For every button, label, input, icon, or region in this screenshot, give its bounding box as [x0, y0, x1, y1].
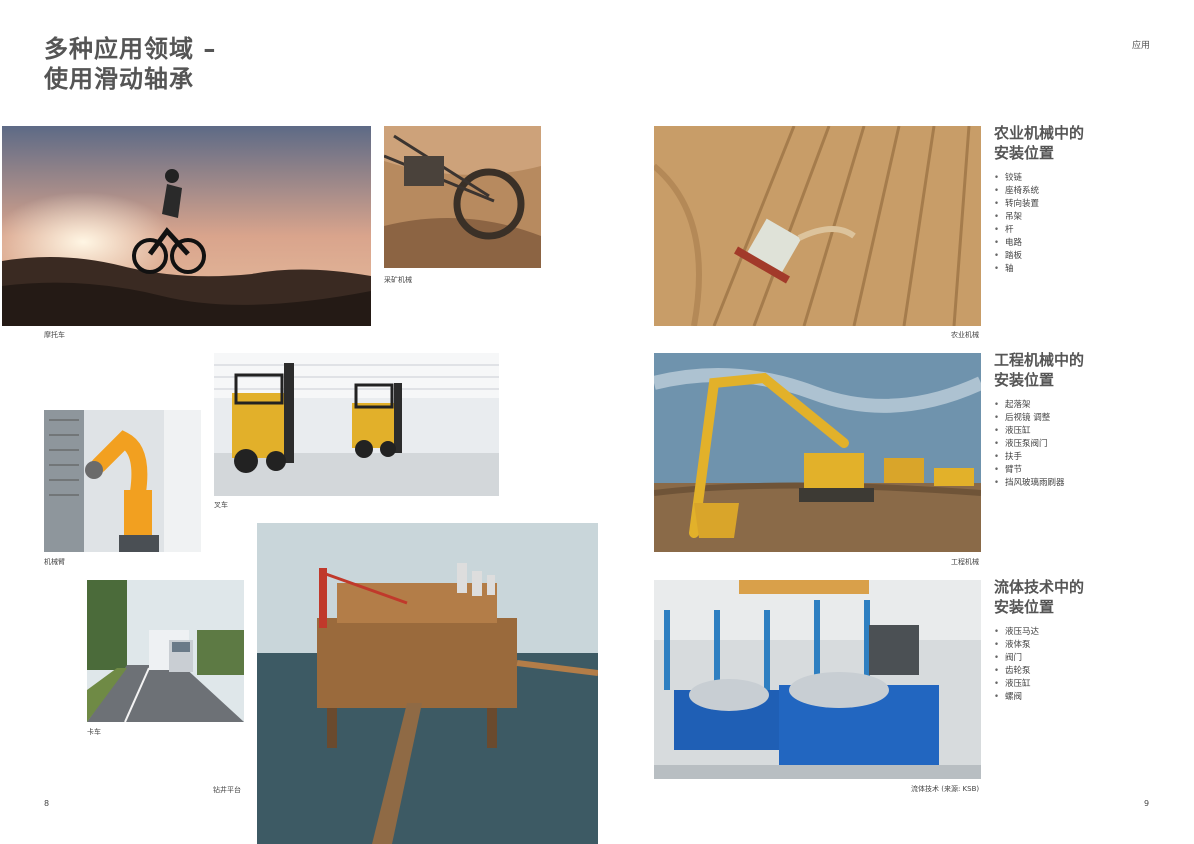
list-item: 吊架: [994, 211, 1174, 224]
brochure-spread: { "title": {"line1": "多种应用领域 –", "line2"…: [0, 0, 1194, 844]
caption-forklift: 叉车: [214, 501, 228, 509]
construction-panel: 工程机械中的 安装位置 起落架 后视镜 调整 液压缸 液压泵阀门 扶手 臂节 挡…: [994, 350, 1174, 490]
agriculture-title-line-2: 安装位置: [994, 144, 1055, 162]
mining-machine-photo: [384, 126, 541, 268]
page-number-right: 9: [1144, 799, 1150, 808]
construction-title-line-2: 安装位置: [994, 371, 1055, 389]
page-number-left: 8: [44, 799, 50, 808]
list-item: 后视镜 调整: [994, 412, 1174, 425]
caption-fluid-technology: 流体技术 (来源: KSB): [911, 785, 980, 793]
construction-title-line-1: 工程机械中的: [994, 351, 1085, 369]
list-item: 踏板: [994, 250, 1174, 263]
list-item: 液压泵阀门: [994, 438, 1174, 451]
list-item: 铰链: [994, 172, 1174, 185]
fluid-panel-title: 流体技术中的 安装位置: [994, 577, 1174, 617]
fluid-technology-photo: [654, 580, 981, 779]
oil-rig-photo: [257, 523, 598, 844]
caption-mining: 采矿机械: [384, 276, 412, 284]
section-label: 应用: [1131, 41, 1150, 51]
list-item: 液压缸: [994, 678, 1174, 691]
caption-agriculture: 农业机械: [951, 331, 979, 339]
list-item: 螺阀: [994, 691, 1174, 704]
construction-panel-title: 工程机械中的 安装位置: [994, 350, 1174, 390]
agriculture-panel-title: 农业机械中的 安装位置: [994, 123, 1174, 163]
agriculture-list: 铰链 座椅系统 转向装置 吊架 杆 电路 踏板 轴: [994, 172, 1174, 276]
motorcycle-photo: [2, 126, 371, 326]
agriculture-photo: [654, 126, 981, 326]
fluid-list: 液压马达 液体泵 阀门 齿轮泵 液压缸 螺阀: [994, 626, 1174, 704]
list-item: 挡风玻璃雨刷器: [994, 477, 1174, 490]
title-line-1: 多种应用领域 –: [44, 35, 217, 63]
list-item: 液压缸: [994, 425, 1174, 438]
list-item: 液压马达: [994, 626, 1174, 639]
caption-robot-arm: 机械臂: [44, 558, 65, 566]
list-item: 液体泵: [994, 639, 1174, 652]
list-item: 起落架: [994, 399, 1174, 412]
list-item: 转向装置: [994, 198, 1174, 211]
list-item: 扶手: [994, 451, 1174, 464]
list-item: 轴: [994, 263, 1174, 276]
caption-motorcycle: 摩托车: [44, 331, 65, 339]
construction-photo: [654, 353, 981, 552]
agriculture-panel: 农业机械中的 安装位置 铰链 座椅系统 转向装置 吊架 杆 电路 踏板 轴: [994, 123, 1174, 276]
list-item: 杆: [994, 224, 1174, 237]
truck-photo: [87, 580, 244, 722]
list-item: 电路: [994, 237, 1174, 250]
list-item: 臂节: [994, 464, 1174, 477]
caption-truck: 卡车: [87, 728, 101, 736]
fluid-title-line-2: 安装位置: [994, 598, 1055, 616]
title-line-2: 使用滑动轴承: [44, 65, 194, 93]
list-item: 座椅系统: [994, 185, 1174, 198]
list-item: 齿轮泵: [994, 665, 1174, 678]
caption-oil-rig: 钻井平台: [213, 786, 241, 794]
construction-list: 起落架 后视镜 调整 液压缸 液压泵阀门 扶手 臂节 挡风玻璃雨刷器: [994, 399, 1174, 490]
fluid-title-line-1: 流体技术中的: [994, 578, 1085, 596]
list-item: 阀门: [994, 652, 1174, 665]
robot-arm-photo: [44, 410, 201, 552]
fluid-panel: 流体技术中的 安装位置 液压马达 液体泵 阀门 齿轮泵 液压缸 螺阀: [994, 577, 1174, 704]
agriculture-title-line-1: 农业机械中的: [994, 124, 1085, 142]
caption-construction: 工程机械: [951, 558, 979, 566]
page-title: 多种应用领域 – 使用滑动轴承: [44, 34, 216, 94]
forklift-photo: [214, 353, 499, 496]
